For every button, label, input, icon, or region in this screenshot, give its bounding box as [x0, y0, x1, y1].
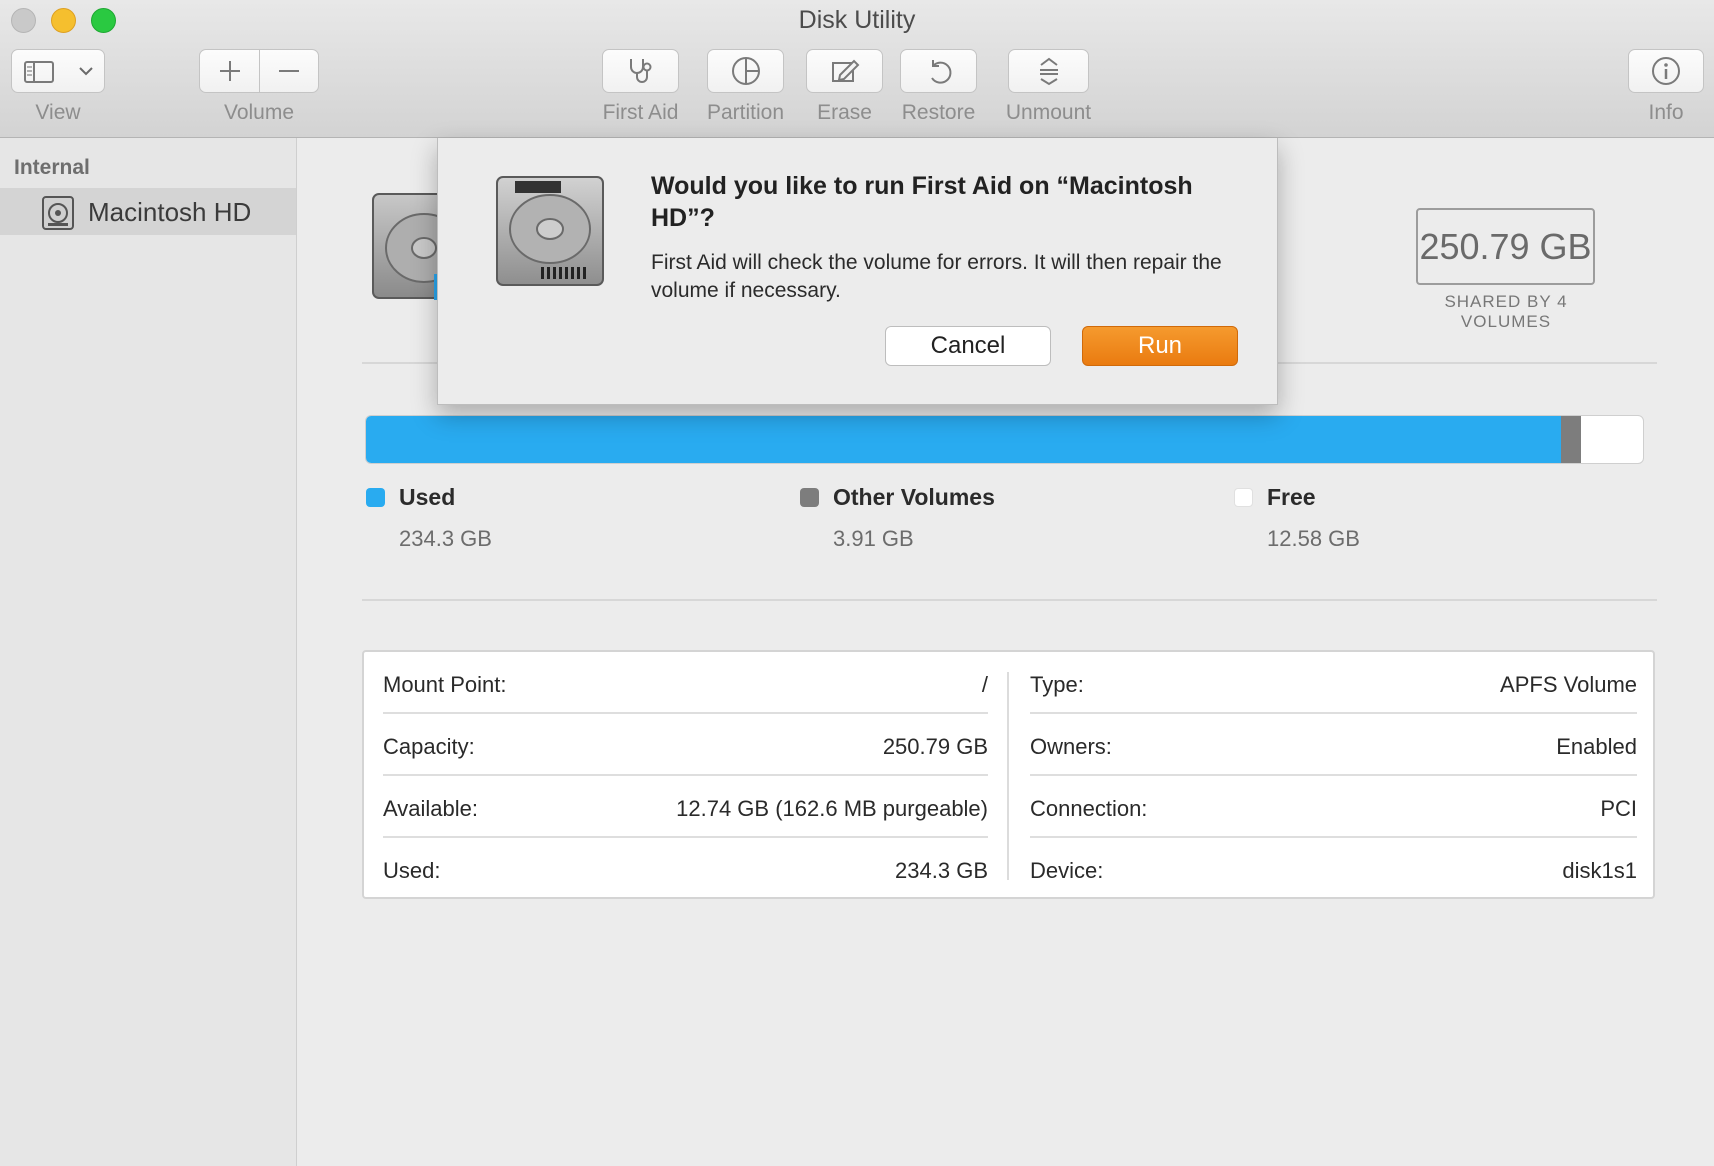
legend-swatch-other	[800, 488, 819, 507]
chevron-down-icon	[78, 65, 94, 77]
plus-icon	[218, 59, 242, 83]
sidebar-section-header: Internal	[14, 156, 90, 179]
cancel-button[interactable]: Cancel	[885, 326, 1051, 366]
info-button[interactable]	[1628, 49, 1704, 93]
view-label: View	[35, 101, 81, 124]
volume-segmented-control	[199, 49, 319, 93]
info-key: Used:	[383, 858, 441, 883]
volume-label: Volume	[223, 101, 295, 124]
legend-other-name: Other Volumes	[833, 484, 995, 510]
info-row-connection: Connection: PCI	[1030, 776, 1637, 838]
sidebar-item-macintosh-hd[interactable]: Macintosh HD	[0, 188, 296, 235]
volume-info-table: Mount Point: / Capacity: 250.79 GB Avail…	[362, 650, 1655, 899]
info-row-type: Type: APFS Volume	[1030, 652, 1637, 714]
erase-button[interactable]	[806, 49, 883, 93]
info-value: 234.3 GB	[895, 858, 988, 883]
info-key: Connection:	[1030, 796, 1148, 821]
partition-label: Partition	[706, 101, 785, 124]
info-value: /	[981, 672, 988, 697]
sidebar-toggle-icon	[24, 61, 54, 83]
restore-arrow-icon	[925, 57, 953, 85]
info-key: Capacity:	[383, 734, 475, 759]
legend-used-value: 234.3 GB	[399, 526, 492, 551]
info-row-capacity: Capacity: 250.79 GB	[383, 714, 988, 776]
dialog-message: First Aid will check the volume for erro…	[651, 251, 1222, 302]
disk-utility-window: Disk Utility View Volume First Aid Parti…	[0, 0, 1714, 1166]
toolbar: Disk Utility View Volume First Aid Parti…	[0, 0, 1714, 138]
restore-label: Restore	[901, 101, 976, 124]
view-button[interactable]	[11, 49, 105, 93]
add-volume-button[interactable]	[200, 50, 259, 92]
column-divider	[1007, 672, 1009, 880]
partition-button[interactable]	[707, 49, 784, 93]
info-key: Type:	[1030, 672, 1084, 697]
remove-volume-button[interactable]	[260, 50, 318, 92]
info-key: Available:	[383, 796, 478, 821]
first-aid-label: First Aid	[602, 101, 679, 124]
eject-icon	[1037, 56, 1061, 86]
info-value: 250.79 GB	[882, 734, 988, 759]
usage-bar	[365, 415, 1644, 464]
hard-drive-icon	[41, 195, 75, 231]
legend-used-name: Used	[399, 484, 456, 510]
info-label: Info	[1648, 101, 1684, 124]
divider	[362, 599, 1657, 601]
info-key: Device:	[1030, 858, 1104, 883]
legend-free-value: 12.58 GB	[1267, 526, 1360, 551]
info-value: PCI	[1600, 796, 1637, 821]
dialog-title: Would you like to run First Aid on “Maci…	[651, 172, 1193, 232]
info-row-owners: Owners: Enabled	[1030, 714, 1637, 776]
sidebar: Internal Macintosh HD	[0, 138, 297, 1166]
capacity-subtitle: SHARED BY 4 VOLUMES	[1444, 292, 1568, 331]
legend-swatch-free	[1234, 488, 1253, 507]
legend-other-value: 3.91 GB	[833, 526, 914, 551]
pencil-eraser-icon	[830, 57, 860, 85]
sidebar-item-label: Macintosh HD	[88, 197, 252, 227]
first-aid-button[interactable]	[602, 49, 679, 93]
legend-swatch-used	[366, 488, 385, 507]
minus-icon	[277, 59, 301, 83]
info-value: APFS Volume	[1500, 672, 1637, 697]
stethoscope-icon	[625, 57, 657, 85]
info-icon	[1651, 56, 1681, 86]
info-value: disk1s1	[1562, 858, 1637, 883]
usage-bar-used-segment	[366, 416, 1561, 463]
info-row-device: Device: disk1s1	[1030, 838, 1637, 900]
capacity-display: 250.79 GB	[1416, 208, 1595, 285]
info-row-mount-point: Mount Point: /	[383, 652, 988, 714]
unmount-button[interactable]	[1008, 49, 1089, 93]
pie-chart-icon	[731, 56, 761, 86]
info-value: 12.74 GB (162.6 MB purgeable)	[676, 796, 988, 821]
info-key: Mount Point:	[383, 672, 507, 697]
info-key: Owners:	[1030, 734, 1112, 759]
window-title: Disk Utility	[798, 6, 916, 34]
restore-button[interactable]	[900, 49, 977, 93]
legend-free-name: Free	[1267, 484, 1316, 510]
info-row-available: Available: 12.74 GB (162.6 MB purgeable)	[383, 776, 988, 838]
run-button[interactable]: Run	[1082, 326, 1238, 366]
info-row-used: Used: 234.3 GB	[383, 838, 988, 900]
erase-label: Erase	[817, 101, 872, 124]
usage-bar-other-segment	[1560, 416, 1581, 463]
info-value: Enabled	[1556, 734, 1637, 759]
first-aid-dialog: Would you like to run First Aid on “Maci…	[437, 138, 1278, 405]
hard-drive-icon	[493, 173, 607, 291]
unmount-label: Unmount	[1005, 101, 1092, 124]
